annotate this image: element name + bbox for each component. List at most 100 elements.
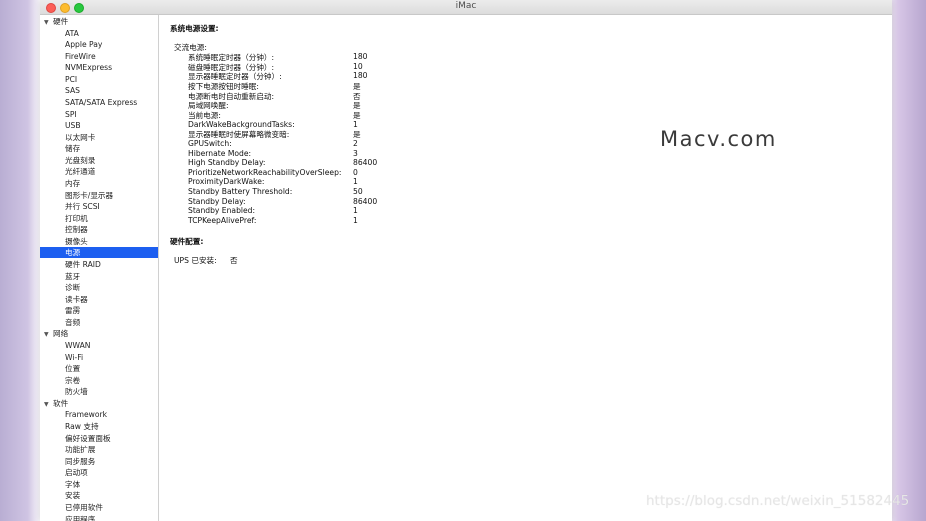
sidebar-item-label: 诊断 <box>65 283 81 293</box>
sidebar-item[interactable]: SPI <box>40 109 158 120</box>
sidebar-item[interactable]: 安装 <box>40 490 158 501</box>
sidebar-item[interactable]: WWAN <box>40 340 158 351</box>
setting-value: 10 <box>353 61 363 71</box>
sidebar-item[interactable]: Wi-Fi <box>40 352 158 363</box>
setting-value: 1 <box>353 119 358 129</box>
disclosure-triangle-icon[interactable]: ▼ <box>44 399 53 410</box>
setting-value: 50 <box>353 187 363 197</box>
setting-key: PrioritizeNetworkReachabilityOverSleep: <box>188 167 342 177</box>
sidebar-item-label: 光纤通道 <box>65 167 96 177</box>
sidebar-item[interactable]: FireWire <box>40 51 158 62</box>
sidebar-item-label: 同步服务 <box>65 456 96 466</box>
sidebar-item[interactable]: 防火墙 <box>40 386 158 397</box>
sidebar-item-label: Raw 支持 <box>65 421 99 431</box>
sidebar-category[interactable]: ▼ 网络 <box>40 328 162 339</box>
sidebar-item-label: PCI <box>65 74 78 84</box>
sidebar-item-label: 并行 SCSI <box>65 202 100 212</box>
sidebar-item[interactable]: 已停用软件 <box>40 502 158 513</box>
sidebar-item[interactable]: 内存 <box>40 178 158 189</box>
setting-value: 86400 <box>353 158 378 168</box>
setting-value: 180 <box>353 52 368 61</box>
sidebar-item[interactable]: 图形卡/显示器 <box>40 190 158 201</box>
sidebar-item-label: Wi-Fi <box>65 352 84 362</box>
sidebar-item-label: 以太网卡 <box>65 132 96 142</box>
sidebar-item-label: 安装 <box>65 491 81 501</box>
sidebar-item-label: 功能扩展 <box>65 445 96 455</box>
detail-pane: 系统电源设置: 交流电源: 系统睡眠定时器（分钟）: 180 磁盘睡眠定时器（分钟）… <box>160 15 892 521</box>
sidebar-category[interactable]: ▼ 软件 <box>40 398 162 409</box>
sidebar-item-selected[interactable]: 电源 <box>40 247 158 259</box>
sidebar-item[interactable]: 控制器 <box>40 224 158 235</box>
sidebar-item[interactable]: 应用程序 <box>40 514 158 521</box>
sidebar-item[interactable]: Framework <box>40 409 158 420</box>
sidebar-item-label: 电源 <box>65 248 81 258</box>
sidebar-item-label: 读卡器 <box>65 294 88 304</box>
sidebar-item-label: 雷雳 <box>65 306 81 316</box>
sidebar-item[interactable]: 蓝牙 <box>40 271 158 282</box>
sidebar-item[interactable]: 储存 <box>40 143 158 154</box>
sidebar-item[interactable]: 宗卷 <box>40 375 158 386</box>
sidebar: ▼ 硬件 ATA Apple Pay FireWire NVMExpress PCI SAS S… <box>40 15 159 521</box>
sidebar-item-label: 启动项 <box>65 468 88 478</box>
setting-key: Standby Delay: <box>188 196 246 206</box>
sidebar-category[interactable]: ▼ 硬件 <box>40 16 162 27</box>
sidebar-item-label: 软件 <box>53 398 69 408</box>
sidebar-item-label: 防火墙 <box>65 387 88 397</box>
sidebar-item[interactable]: 并行 SCSI <box>40 201 158 212</box>
sidebar-item[interactable]: 偏好设置面板 <box>40 433 158 444</box>
sidebar-item-label: WWAN <box>65 340 91 350</box>
system-information-window: iMac ▼ 硬件 ATA Apple Pay FireWire NVMExpress PC… <box>40 0 892 521</box>
sidebar-item-label: 储存 <box>65 144 81 154</box>
sidebar-item[interactable]: 读卡器 <box>40 294 158 305</box>
sidebar-item-label: Apple Pay <box>65 40 103 50</box>
sidebar-item-label: 内存 <box>65 178 81 188</box>
setting-value: 180 <box>353 71 368 81</box>
sidebar-item[interactable]: 音频 <box>40 317 158 328</box>
sidebar-item[interactable]: PCI <box>40 74 158 85</box>
sidebar-item[interactable]: 雷雳 <box>40 305 158 316</box>
ups-installed-value: 否 <box>230 256 238 265</box>
setting-key: GPUSwitch: <box>188 138 232 148</box>
sidebar-item[interactable]: 同步服务 <box>40 456 158 467</box>
sidebar-item-label: NVMExpress <box>65 63 113 73</box>
setting-value: 1 <box>353 216 358 226</box>
sidebar-item-label: 已停用软件 <box>65 502 103 512</box>
setting-value: 1 <box>353 177 358 187</box>
sidebar-item-label: SPI <box>65 109 77 119</box>
sidebar-item[interactable]: 硬件 RAID <box>40 259 158 270</box>
sidebar-item[interactable]: 诊断 <box>40 282 158 293</box>
sidebar-item-label: 音频 <box>65 317 81 327</box>
disclosure-triangle-icon[interactable]: ▼ <box>44 17 53 28</box>
sidebar-item[interactable]: 光纤通道 <box>40 166 158 177</box>
sidebar-item[interactable]: 摄像头 <box>40 236 158 247</box>
setting-key: High Standby Delay: <box>188 158 266 168</box>
sidebar-item[interactable]: 光盘刻录 <box>40 155 158 166</box>
setting-key: ProximityDarkWake: <box>188 177 265 187</box>
setting-key: TCPKeepAlivePref: <box>188 216 257 226</box>
sidebar-item[interactable]: 启动项 <box>40 467 158 478</box>
sidebar-item[interactable]: SAS <box>40 85 158 96</box>
sidebar-item[interactable]: USB <box>40 120 158 131</box>
sidebar-item[interactable]: SATA/SATA Express <box>40 97 158 108</box>
setting-value: 2 <box>353 138 358 148</box>
title-bar[interactable]: iMac <box>40 0 892 15</box>
setting-value: 0 <box>353 167 358 177</box>
sidebar-item[interactable]: 以太网卡 <box>40 132 158 143</box>
disclosure-triangle-icon[interactable]: ▼ <box>44 329 53 340</box>
sidebar-item[interactable]: ATA <box>40 28 158 39</box>
sidebar-item[interactable]: 位置 <box>40 363 158 374</box>
source-url-watermark: https://blog.csdn.net/weixin_51582445 <box>646 493 910 509</box>
sidebar-item[interactable]: Raw 支持 <box>40 421 158 432</box>
sidebar-item-label: 字体 <box>65 479 81 489</box>
sidebar-item-label: 打印机 <box>65 213 88 223</box>
sidebar-item-label: 蓝牙 <box>65 271 81 281</box>
sidebar-item-label: 摄像头 <box>65 236 88 246</box>
sidebar-item-label: 应用程序 <box>65 514 96 521</box>
sidebar-item[interactable]: NVMExpress <box>40 62 158 73</box>
sidebar-item[interactable]: 字体 <box>40 479 158 490</box>
sidebar-item[interactable]: 功能扩展 <box>40 444 158 455</box>
setting-key: Hibernate Mode: <box>188 148 252 158</box>
sidebar-item-label: 偏好设置面板 <box>65 433 111 443</box>
sidebar-item[interactable]: 打印机 <box>40 213 158 224</box>
sidebar-item[interactable]: Apple Pay <box>40 39 158 50</box>
